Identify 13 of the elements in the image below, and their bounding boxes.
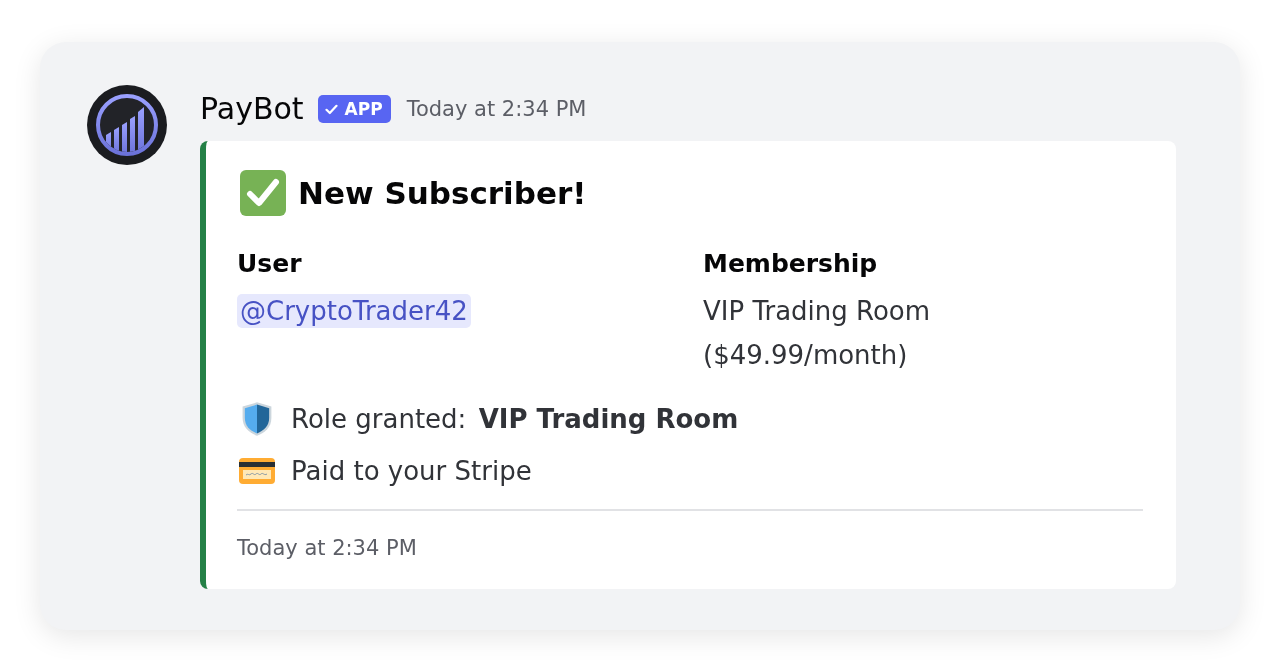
author-name: PayBot (200, 90, 304, 128)
embed-text: Role granted: VIP Trading Room (291, 403, 739, 436)
embed-footer-timestamp: Today at 2:34 PM (237, 535, 418, 562)
embed-text: Paid to your Stripe (291, 455, 532, 488)
embed-title: New Subscriber! (298, 174, 587, 213)
check-icon (324, 103, 338, 115)
field-value: VIP Trading Room ($49.99/month) (703, 295, 932, 372)
message-timestamp: Today at 2:34 PM (406, 96, 587, 123)
app-badge: APP (317, 95, 391, 123)
user-mention[interactable]: @CryptoTrader42 (237, 294, 471, 328)
field-label: Membership (703, 248, 879, 280)
field-label: User (237, 248, 303, 280)
check-mark-icon (240, 170, 286, 216)
